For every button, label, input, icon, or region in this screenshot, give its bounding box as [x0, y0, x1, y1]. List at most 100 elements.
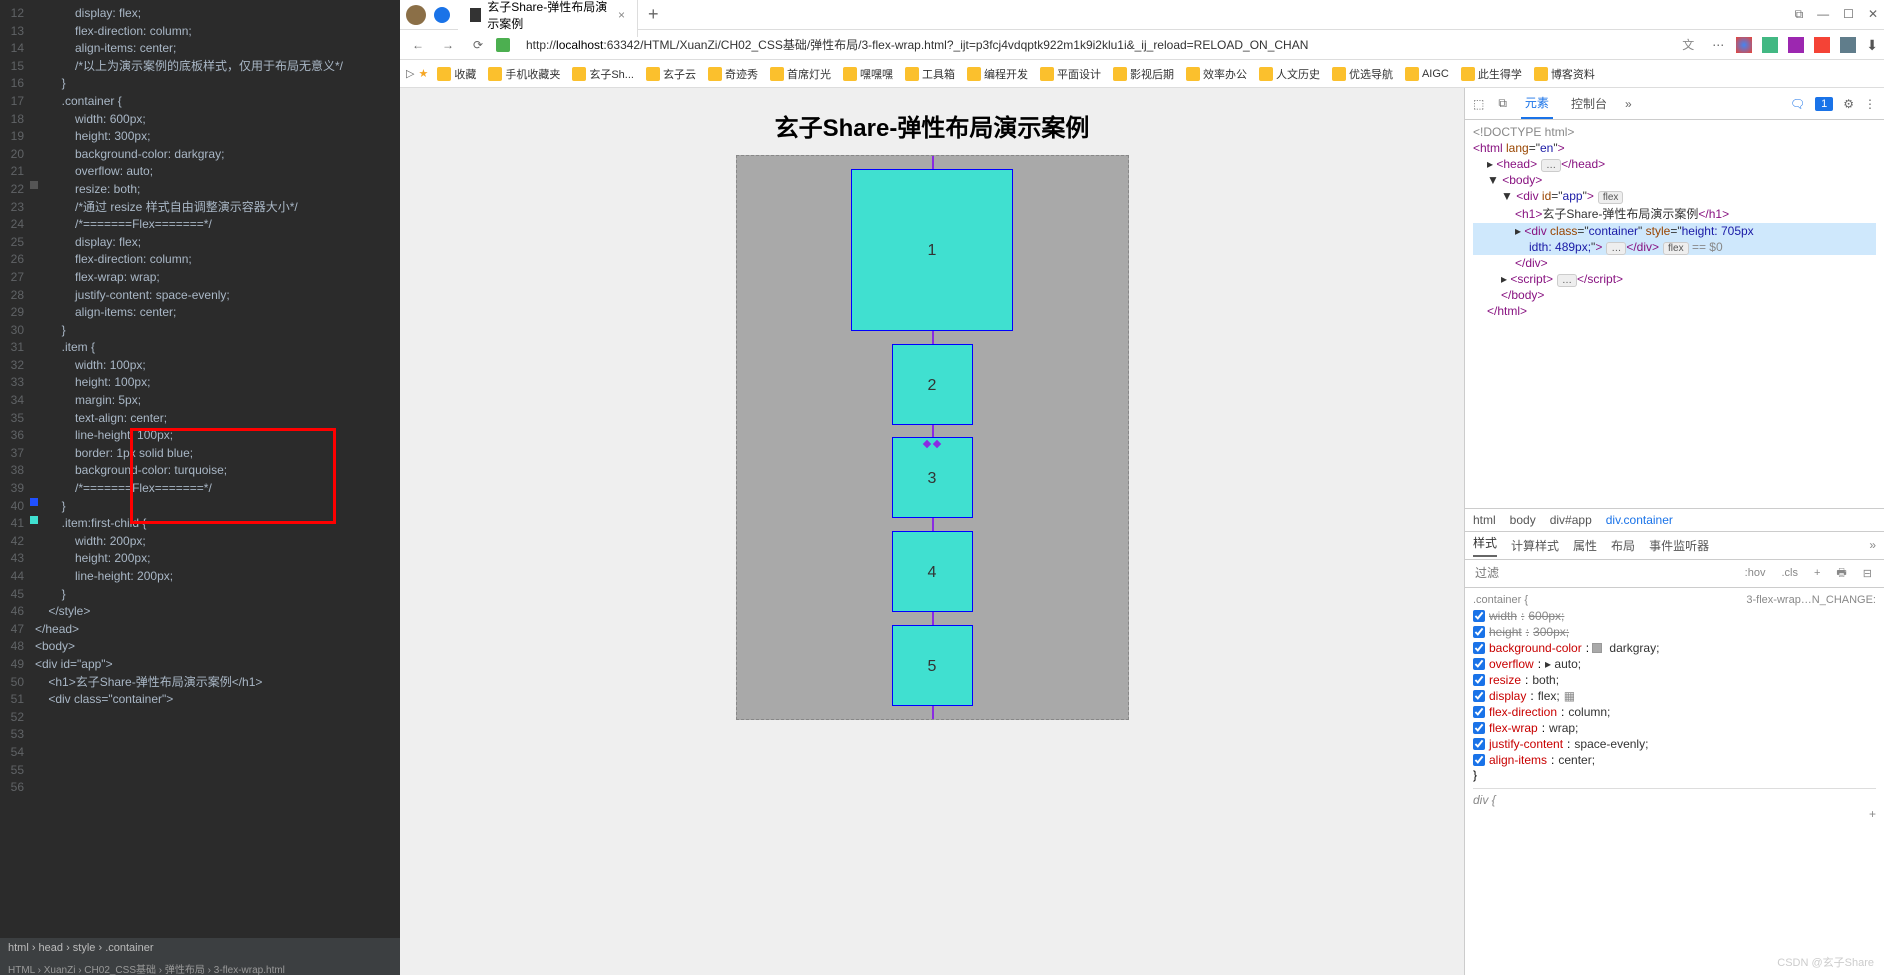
apps-icon[interactable]: ▷	[406, 67, 414, 80]
bookmark-item[interactable]: AIGC	[1400, 64, 1454, 84]
more-icon[interactable]: ⋯	[1706, 38, 1730, 52]
restore-icon[interactable]: ⧉	[1795, 7, 1804, 22]
dom-body[interactable]: ▼ <body>	[1473, 172, 1876, 188]
rule-checkbox[interactable]	[1473, 754, 1485, 766]
forward-button[interactable]: →	[436, 38, 460, 52]
rule-selector[interactable]: .container {	[1473, 594, 1528, 606]
profile-avatar[interactable]	[406, 5, 426, 25]
style-rule[interactable]: width: 600px;	[1473, 608, 1876, 624]
bookmark-item[interactable]: 嘿嘿嘿	[838, 64, 898, 84]
style-rule[interactable]: overflow: ▸ auto;	[1473, 656, 1876, 672]
download-icon[interactable]: ⬇	[1866, 37, 1878, 53]
tab-styles[interactable]: 样式	[1473, 534, 1497, 557]
rule-checkbox[interactable]	[1473, 738, 1485, 750]
dom-doctype[interactable]: <!DOCTYPE html>	[1473, 124, 1876, 140]
tab-listeners[interactable]: 事件监听器	[1649, 537, 1709, 554]
tab-computed[interactable]: 计算样式	[1511, 537, 1559, 554]
bookmark-item[interactable]: 优选导航	[1327, 64, 1398, 84]
style-rule[interactable]: display: flex; ▦	[1473, 688, 1876, 704]
tab-layout[interactable]: 布局	[1611, 537, 1635, 554]
crumb-app[interactable]: div#app	[1550, 513, 1592, 527]
reload-button[interactable]: ⟳	[466, 38, 490, 52]
style-rule[interactable]: align-items: center;	[1473, 752, 1876, 768]
url-field[interactable]: http://localhost:63342/HTML/XuanZi/CH02_…	[520, 34, 1670, 55]
tab-console[interactable]: 控制台	[1567, 89, 1611, 118]
bookmark-item[interactable]: 人文历史	[1254, 64, 1325, 84]
rule-checkbox[interactable]	[1473, 674, 1485, 686]
tab-close-icon[interactable]: ×	[618, 8, 625, 22]
bookmark-item[interactable]: 奇迹秀	[703, 64, 763, 84]
bookmark-item[interactable]: 博客资料	[1529, 64, 1600, 84]
device-icon[interactable]: ⧉	[1498, 96, 1507, 111]
dom-container-line2[interactable]: idth: 489px;">…</div>flex == $0	[1473, 239, 1876, 255]
bookmark-item[interactable]: 平面设计	[1035, 64, 1106, 84]
flex-container[interactable]: 1 2 3 4 5	[736, 155, 1129, 720]
dom-html[interactable]: <html lang="en">	[1473, 140, 1876, 156]
ext-icon[interactable]	[1814, 37, 1830, 53]
bookmark-item[interactable]: 工具箱	[900, 64, 960, 84]
style-rule[interactable]: height: 300px;	[1473, 624, 1876, 640]
rule-checkbox[interactable]	[1473, 610, 1485, 622]
rule-checkbox[interactable]	[1473, 722, 1485, 734]
rule-checkbox[interactable]	[1473, 658, 1485, 670]
ext-vue-icon[interactable]	[1762, 37, 1778, 53]
style-rule[interactable]: flex-direction: column;	[1473, 704, 1876, 720]
styles-panel[interactable]: .container { 3-flex-wrap…N_CHANGE: width…	[1465, 588, 1884, 975]
new-rule-icon[interactable]: +	[1810, 565, 1824, 581]
bookmark-item[interactable]: 玄子Sh...	[567, 64, 639, 84]
hov-button[interactable]: :hov	[1741, 565, 1770, 581]
inspect-icon[interactable]: ⬚	[1473, 97, 1484, 111]
style-rule[interactable]: background-color: darkgray;	[1473, 640, 1876, 656]
dom-div-close[interactable]: </div>	[1473, 255, 1876, 271]
bookmark-item[interactable]: 玄子云	[641, 64, 701, 84]
dom-html-close[interactable]: </html>	[1473, 303, 1876, 319]
dom-head[interactable]: ▸ <head>…</head>	[1473, 156, 1876, 172]
rule-checkbox[interactable]	[1473, 690, 1485, 702]
bookmark-item[interactable]: 影视后期	[1108, 64, 1179, 84]
ext-grid-icon[interactable]	[1840, 37, 1856, 53]
minimize-icon[interactable]: —	[1817, 7, 1829, 22]
maximize-icon[interactable]: ☐	[1843, 7, 1854, 22]
print-icon[interactable]: 🖶	[1832, 562, 1850, 585]
more-icon[interactable]: ⊟	[1859, 565, 1876, 582]
style-rule[interactable]: resize: both;	[1473, 672, 1876, 688]
dom-breadcrumbs[interactable]: html body div#app div.container	[1465, 508, 1884, 532]
crumb-body[interactable]: body	[1510, 513, 1536, 527]
rule-checkbox[interactable]	[1473, 642, 1485, 654]
editor-breadcrumb[interactable]: html › head › style › .container	[0, 938, 400, 960]
bookmark-item[interactable]: 首席灯光	[765, 64, 836, 84]
bookmark-item[interactable]: 编程开发	[962, 64, 1033, 84]
resize-handle-icon[interactable]	[924, 441, 940, 451]
new-tab-button[interactable]: +	[638, 4, 669, 25]
rule-checkbox[interactable]	[1473, 626, 1485, 638]
dom-script[interactable]: ▸ <script>…</script>	[1473, 271, 1876, 287]
filter-input[interactable]	[1473, 564, 1733, 582]
div-rule[interactable]: div {	[1473, 788, 1876, 807]
style-rule[interactable]: flex-wrap: wrap;	[1473, 720, 1876, 736]
back-button[interactable]: ←	[406, 38, 430, 52]
style-rule[interactable]: justify-content: space-evenly;	[1473, 736, 1876, 752]
tab-props[interactable]: 属性	[1573, 537, 1597, 554]
dom-tree[interactable]: <!DOCTYPE html> <html lang="en"> ▸ <head…	[1465, 120, 1884, 508]
crumb-html[interactable]: html	[1473, 513, 1496, 527]
rule-source[interactable]: 3-flex-wrap…N_CHANGE:	[1746, 594, 1876, 606]
ext-icon[interactable]	[1736, 37, 1752, 53]
more-tabs-icon[interactable]: »	[1625, 97, 1632, 111]
code-area[interactable]: display: flex; flex-direction: column; a…	[35, 0, 400, 709]
cls-button[interactable]: .cls	[1777, 565, 1802, 581]
close-icon[interactable]: ✕	[1868, 7, 1878, 22]
add-prop-icon[interactable]: +	[1473, 807, 1876, 821]
devtools-menu-icon[interactable]: ⋮	[1864, 97, 1876, 111]
dom-h1[interactable]: <h1>玄子Share-弹性布局演示案例</h1>	[1473, 204, 1876, 223]
dom-container-selected[interactable]: ⋯▸ <div class="container" style="height:…	[1473, 223, 1876, 239]
rule-checkbox[interactable]	[1473, 706, 1485, 718]
security-shield-icon[interactable]	[496, 38, 510, 52]
bookmark-item[interactable]: 此生得学	[1456, 64, 1527, 84]
bookmark-item[interactable]: 效率办公	[1181, 64, 1252, 84]
tab-elements[interactable]: 元素	[1521, 88, 1553, 119]
issues-icon[interactable]: 🗨	[1790, 97, 1805, 111]
crumb-container[interactable]: div.container	[1606, 513, 1673, 527]
more-tabs-icon[interactable]: »	[1869, 538, 1876, 552]
dom-body-close[interactable]: </body>	[1473, 287, 1876, 303]
ext-icon[interactable]	[1788, 37, 1804, 53]
